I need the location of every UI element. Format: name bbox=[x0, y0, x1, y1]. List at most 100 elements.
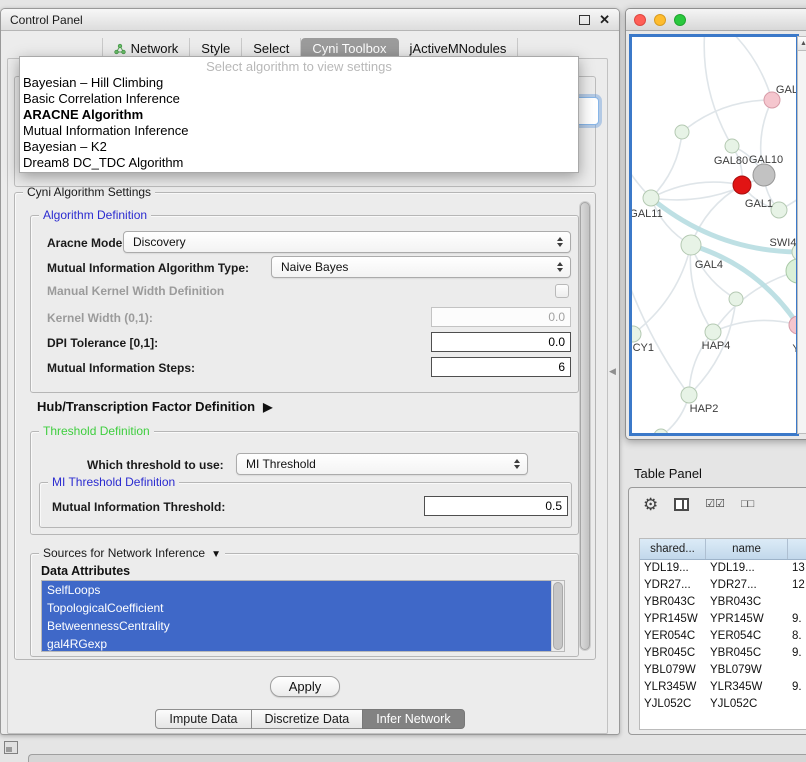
panel-toggle-icon[interactable] bbox=[4, 741, 18, 754]
aracne-mode-combo[interactable]: Discovery bbox=[123, 231, 571, 253]
table-body: YDL19...YDL19...13YDR27...YDR27...12YBR0… bbox=[640, 560, 806, 713]
table-row[interactable]: YPR145WYPR145W9. bbox=[640, 611, 806, 628]
bottom-tab-infer-network[interactable]: Infer Network bbox=[362, 709, 464, 729]
table-row[interactable]: YDL19...YDL19...13 bbox=[640, 560, 806, 577]
data-attributes-label: Data Attributes bbox=[41, 564, 130, 578]
network-edge[interactable] bbox=[632, 92, 651, 198]
attribute-item-selfloops[interactable]: SelfLoops bbox=[42, 581, 551, 599]
mi-algorithm-type-label: Mutual Information Algorithm Type: bbox=[47, 261, 249, 275]
network-window: GAL8GAL80GAL10GAL11GAL1SWI4GAL4GCY1HAP4Y… bbox=[625, 8, 806, 440]
popup-item-dream8-dc-tdc-algorithm[interactable]: Dream8 DC_TDC Algorithm bbox=[20, 155, 578, 171]
network-edge[interactable] bbox=[713, 320, 796, 332]
node-label: SWI4 bbox=[770, 237, 796, 249]
popup-item-mutual-information-inference[interactable]: Mutual Information Inference bbox=[20, 123, 578, 139]
network-scrollbar[interactable]: ▲ bbox=[797, 36, 806, 434]
kernel-width-field[interactable]: 0.0 bbox=[431, 307, 571, 327]
table-row[interactable]: YER054CYER054C8. bbox=[640, 628, 806, 645]
network-node-hap2[interactable] bbox=[681, 387, 697, 403]
which-threshold-combo[interactable]: MI Threshold bbox=[236, 453, 528, 475]
table-row[interactable]: YBR045CYBR045C9. bbox=[640, 645, 806, 662]
table-cell: YPR145W bbox=[640, 611, 706, 628]
mi-steps-field[interactable]: 6 bbox=[431, 357, 571, 377]
node-label: GAL1 bbox=[745, 198, 773, 210]
attribute-item-betweennesscentrality[interactable]: BetweennessCentrality bbox=[42, 617, 551, 635]
network-edge[interactable] bbox=[682, 100, 772, 132]
network-node[interactable] bbox=[729, 292, 743, 306]
collapse-arrow-icon[interactable]: ▼ bbox=[211, 549, 221, 560]
mi-threshold-field[interactable]: 0.5 bbox=[424, 496, 568, 516]
network-edge[interactable] bbox=[651, 182, 742, 198]
attributes-listbox[interactable]: SelfLoopsTopologicalCoefficientBetweenne… bbox=[41, 580, 565, 652]
network-node[interactable] bbox=[654, 429, 668, 433]
network-node-y[interactable] bbox=[789, 316, 796, 334]
group-sources: Sources for Network Inference▼ Data Attr… bbox=[30, 553, 579, 657]
mi-algorithm-type-combo[interactable]: Naive Bayes bbox=[271, 256, 571, 278]
dpi-tolerance-field[interactable]: 0.0 bbox=[431, 332, 571, 352]
table-cell: YLR345W bbox=[640, 679, 706, 696]
close-button[interactable] bbox=[634, 14, 646, 26]
sources-legend[interactable]: Sources for Network Inference ▼ bbox=[39, 546, 225, 562]
network-node-gal11[interactable] bbox=[643, 190, 659, 206]
group-threshold-definition: Threshold Definition Which threshold to … bbox=[30, 431, 579, 535]
network-node[interactable] bbox=[675, 125, 689, 139]
bottom-tab-bar: Impute DataDiscretize DataInfer Network bbox=[1, 709, 619, 729]
attribute-item-topologicalcoefficient[interactable]: TopologicalCoefficient bbox=[42, 599, 551, 617]
list-scrollbar[interactable] bbox=[551, 581, 564, 651]
network-edge[interactable] bbox=[651, 132, 682, 198]
combo-value: Naive Bayes bbox=[281, 260, 348, 274]
sources-legend-label: Sources for Network Inference bbox=[43, 546, 205, 560]
float-window-icon[interactable] bbox=[579, 15, 590, 25]
combo-value: MI Threshold bbox=[246, 457, 316, 471]
network-node-gal1[interactable] bbox=[771, 202, 787, 218]
close-icon[interactable]: ✕ bbox=[599, 13, 610, 26]
tab-label: jActiveMNodules bbox=[410, 41, 507, 56]
bottom-tab-discretize-data[interactable]: Discretize Data bbox=[251, 709, 364, 729]
popup-item-bayesian-hill-climbing[interactable]: Bayesian – Hill Climbing bbox=[20, 75, 578, 91]
network-canvas[interactable]: GAL8GAL80GAL10GAL11GAL1SWI4GAL4GCY1HAP4Y… bbox=[629, 34, 799, 436]
network-node-gal80[interactable] bbox=[725, 139, 739, 153]
field-value: 0.5 bbox=[545, 499, 562, 513]
network-edge[interactable] bbox=[633, 245, 691, 334]
network-edge-highlighted[interactable] bbox=[691, 245, 796, 325]
network-node[interactable] bbox=[786, 259, 796, 283]
zoom-button[interactable] bbox=[674, 14, 686, 26]
network-node-gal10[interactable] bbox=[753, 164, 775, 186]
popup-item-bayesian-k2[interactable]: Bayesian – K2 bbox=[20, 139, 578, 155]
deselect-all-icon[interactable]: □□ bbox=[741, 499, 754, 510]
hub-section-toggle[interactable]: Hub/Transcription Factor Definition ▶ bbox=[37, 399, 272, 414]
popup-item-aracne-algorithm[interactable]: ARACNE Algorithm bbox=[20, 107, 578, 123]
table-row[interactable]: YDR27...YDR27...12 bbox=[640, 577, 806, 594]
network-node-hap4[interactable] bbox=[705, 324, 721, 340]
minimize-button[interactable] bbox=[654, 14, 666, 26]
settings-scrollbar[interactable] bbox=[579, 201, 591, 651]
node-label: Y bbox=[792, 343, 796, 355]
splitter-handle[interactable]: ◀ bbox=[609, 367, 616, 376]
table-cell: 9. bbox=[788, 611, 806, 628]
scroll-up-icon[interactable]: ▲ bbox=[798, 37, 806, 51]
select-all-icon[interactable]: ☑☑ bbox=[705, 499, 725, 510]
gear-icon[interactable]: ⚙ bbox=[643, 496, 658, 513]
network-edge[interactable] bbox=[704, 37, 732, 146]
network-edge[interactable] bbox=[707, 37, 772, 100]
threshold-definition-legend: Threshold Definition bbox=[39, 424, 154, 439]
columns-icon[interactable] bbox=[674, 498, 689, 511]
popup-item-basic-correlation-inference[interactable]: Basic Correlation Inference bbox=[20, 91, 578, 107]
scrollbar-thumb[interactable] bbox=[553, 582, 563, 650]
which-threshold-label: Which threshold to use: bbox=[87, 458, 224, 472]
table-row[interactable]: YJL052CYJL052C bbox=[640, 696, 806, 713]
expand-arrow-icon[interactable]: ▶ bbox=[263, 401, 272, 413]
network-node[interactable] bbox=[733, 176, 751, 194]
apply-button[interactable]: Apply bbox=[270, 676, 340, 697]
column-header-name[interactable]: name bbox=[706, 539, 788, 559]
network-node-gal4[interactable] bbox=[681, 235, 701, 255]
table-row[interactable]: YLR345WYLR345W9. bbox=[640, 679, 806, 696]
table-row[interactable]: YBR043CYBR043C bbox=[640, 594, 806, 611]
column-header-extra[interactable] bbox=[788, 539, 806, 559]
bottom-tab-impute-data[interactable]: Impute Data bbox=[155, 709, 251, 729]
column-header-shared[interactable]: shared... bbox=[640, 539, 706, 559]
manual-kernel-checkbox[interactable] bbox=[555, 284, 569, 298]
scrollbar-thumb[interactable] bbox=[580, 202, 590, 650]
table-row[interactable]: YBL079WYBL079W bbox=[640, 662, 806, 679]
attribute-item-gal4rgexp[interactable]: gal4RGexp bbox=[42, 635, 551, 652]
table-cell: YER054C bbox=[640, 628, 706, 645]
